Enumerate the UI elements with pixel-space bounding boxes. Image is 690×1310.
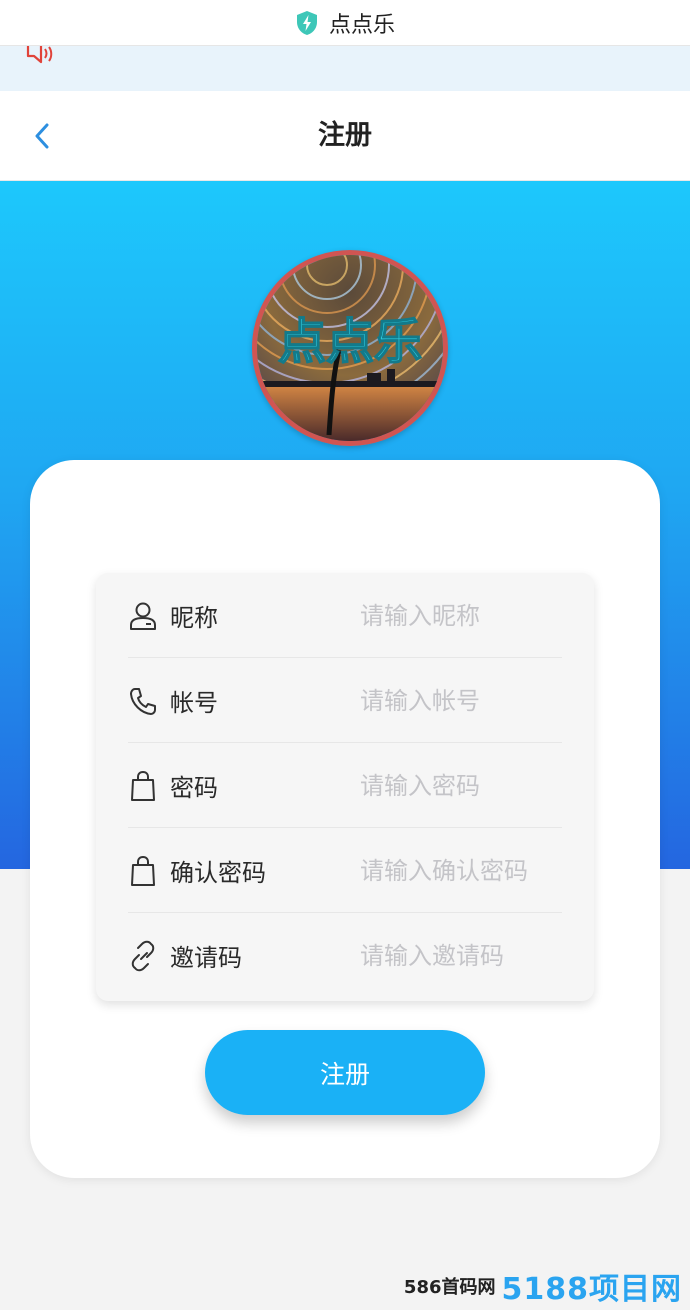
password-label: 密码 — [170, 774, 218, 802]
confirm-password-label: 确认密码 — [170, 859, 266, 887]
invite-code-input[interactable] — [360, 935, 590, 976]
invite-code-row: 邀请码 — [128, 913, 590, 998]
app-title-bar: 点点乐 — [0, 0, 690, 46]
watermark: 586首码网 5188项目网 — [403, 1266, 682, 1307]
nickname-label: 昵称 — [170, 604, 218, 632]
logo-text: 点点乐 — [278, 314, 422, 370]
speaker-icon — [26, 46, 53, 64]
watermark-logo: 5188项目网 — [501, 1272, 682, 1307]
app-logo: 点点乐 — [252, 250, 448, 446]
nav-bar: 注册 — [0, 91, 690, 181]
app-name: 点点乐 — [328, 12, 395, 38]
account-input[interactable] — [360, 680, 590, 721]
confirm-password-row: 确认密码 — [128, 828, 590, 913]
nickname-row: 昵称 — [128, 573, 590, 658]
password-input[interactable] — [360, 765, 590, 806]
bag-icon — [131, 855, 155, 886]
register-button[interactable]: 注册 — [205, 1030, 485, 1115]
invite-code-label: 邀请码 — [170, 944, 242, 972]
account-row: 帐号 — [128, 658, 590, 743]
shield-bolt-icon — [296, 10, 317, 35]
user-icon — [130, 602, 156, 630]
logo-image: 点点乐 — [257, 255, 443, 441]
account-label: 帐号 — [170, 689, 218, 717]
link-icon — [131, 940, 155, 971]
confirm-password-input[interactable] — [360, 850, 590, 891]
page-title: 注册 — [318, 120, 372, 151]
nickname-input[interactable] — [360, 595, 590, 636]
notice-bar — [0, 46, 690, 91]
bag-icon — [131, 770, 155, 801]
password-row: 密码 — [128, 743, 590, 828]
watermark-site: 586首码网 — [403, 1277, 496, 1298]
register-form: 昵称 帐号 密码 确认密码 — [96, 573, 594, 1001]
phone-icon — [130, 687, 156, 715]
